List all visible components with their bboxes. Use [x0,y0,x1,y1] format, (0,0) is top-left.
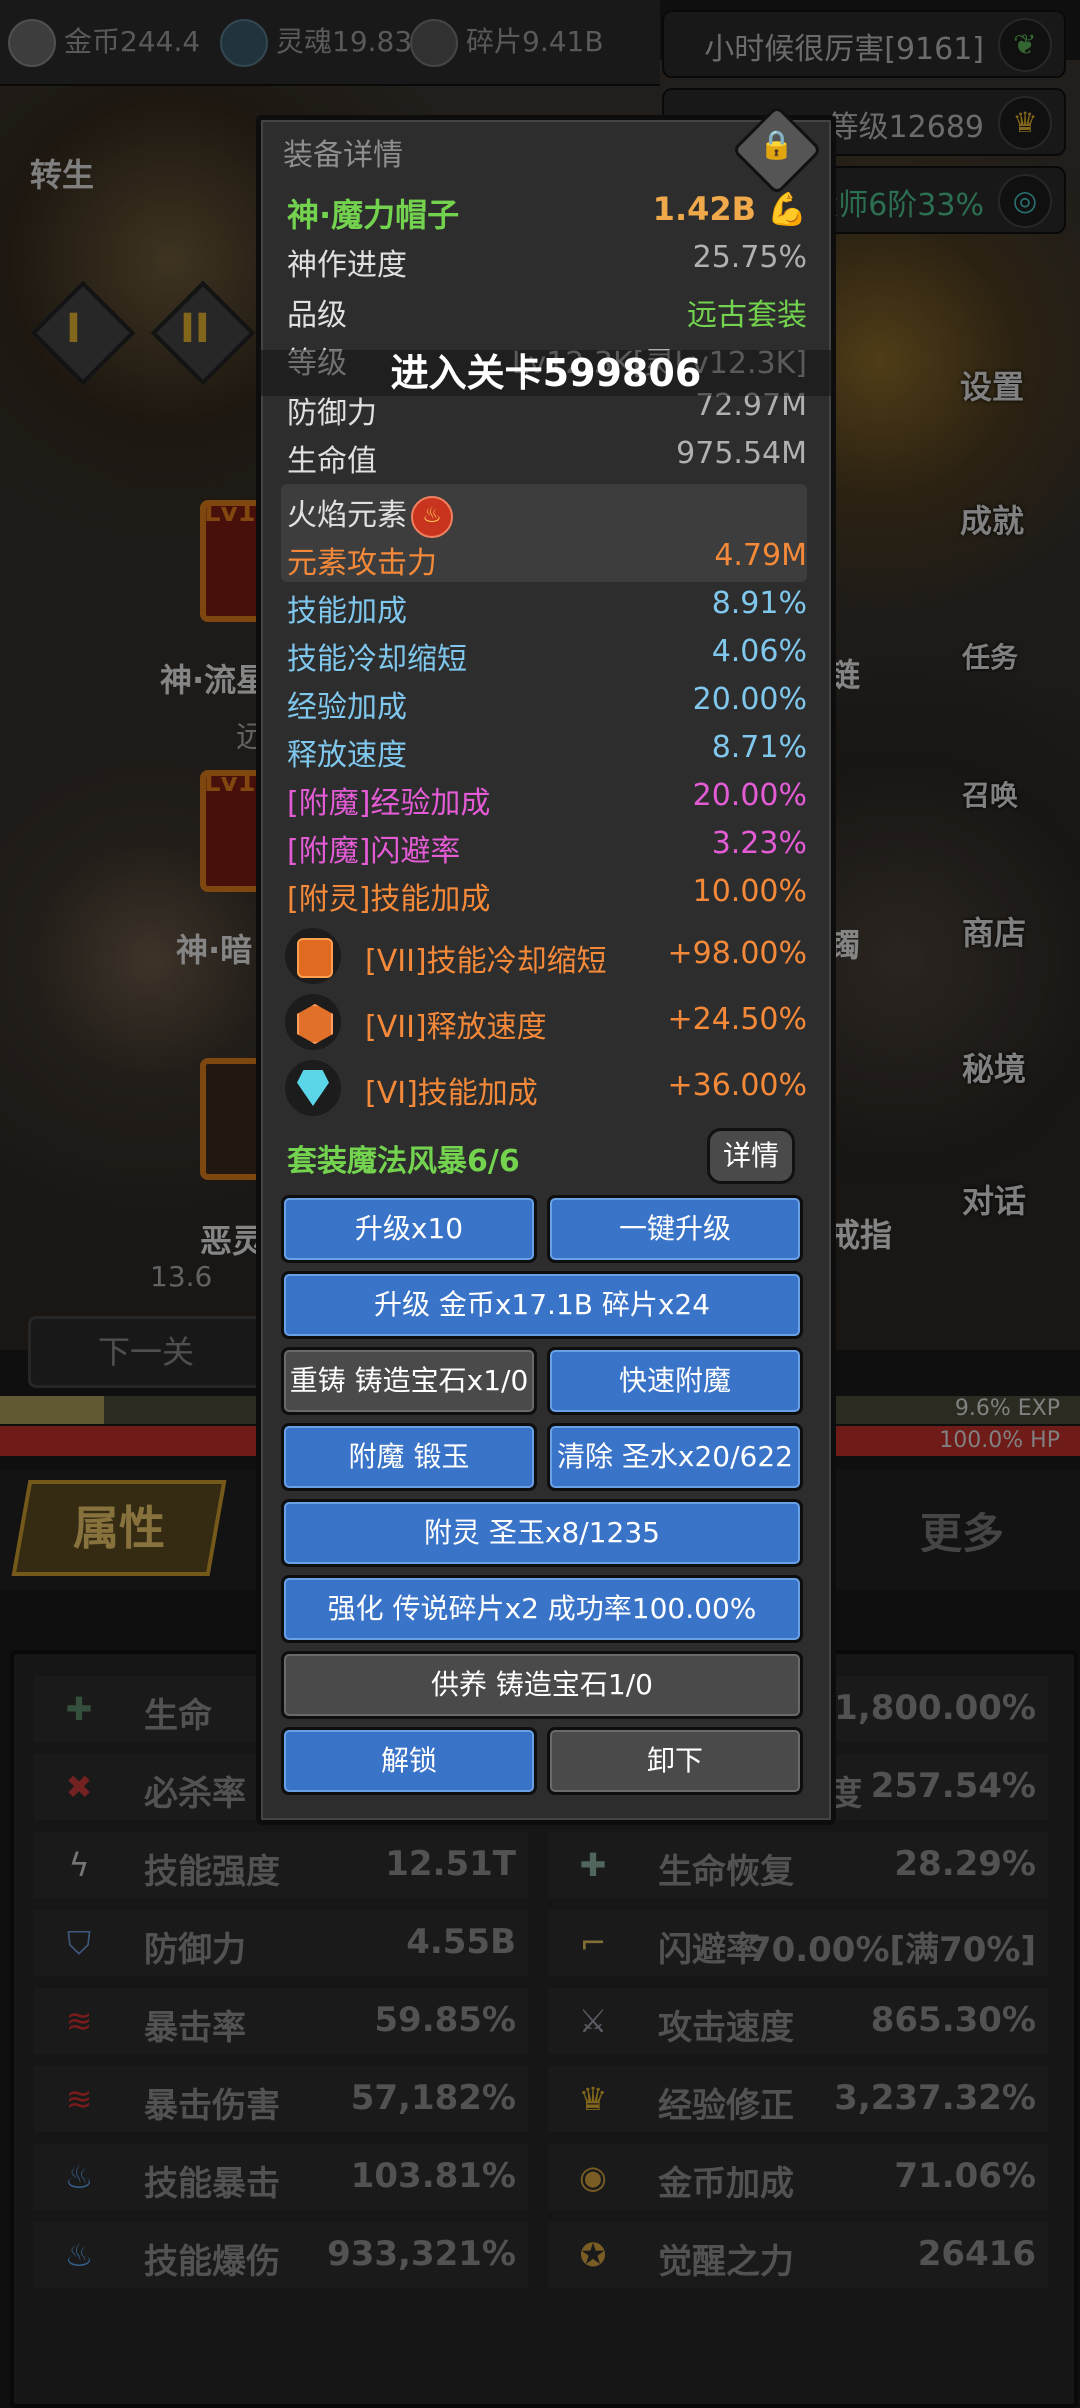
bonus-row: 技能加成 8.91% [287,586,807,629]
one-click-upgrade-button[interactable]: 一键升级 [547,1195,803,1263]
fire-icon: ♨ [411,495,453,538]
nurture-button[interactable]: 供养 铸造宝石1/0 [281,1651,803,1719]
bonus-row: [附灵]技能加成 10.00% [287,874,807,917]
upgrade-x10-button[interactable]: 升级x10 [281,1195,537,1263]
bonus-row: 经验加成 20.00% [287,682,807,725]
set-detail-button[interactable]: 详情 [707,1128,795,1184]
reforge-button[interactable]: 重铸 铸造宝石x1/0 [281,1347,537,1415]
stat-row: 生命值 975.54M [287,436,807,479]
strengthen-button[interactable]: 强化 传说碎片x2 成功率100.00% [281,1575,803,1643]
stage-toast: 进入关卡599806 [261,350,831,396]
item-name: 神·魔力帽子 [287,196,460,234]
unlock-button[interactable]: 解锁 [281,1727,537,1795]
clear-enchant-button[interactable]: 清除 圣水x20/622 [547,1423,803,1491]
set-label: 套装魔法风暴6/6 [287,1144,520,1179]
enchant-button[interactable]: 附魔 锻玉x12/2073 [281,1423,537,1535]
bonus-row: 释放速度 8.71% [287,730,807,773]
modal-title: 装备详情 [283,138,403,173]
muscle-icon: 💪 [767,190,807,228]
gem-row: [VI]技能加成 +36.00% [365,1068,807,1111]
upgrade-cost-button[interactable]: 升级 金币x17.1B 碎片x24 [281,1271,803,1339]
unequip-button[interactable]: 卸下 [547,1727,803,1795]
element-attack-row: 元素攻击力 4.79M [287,538,807,581]
element-row: 火焰元素 ♨ [287,490,807,538]
stat-row: 品级 远古套装 [287,298,807,333]
spirit-attach-button[interactable]: 附灵 圣玉x8/1235 [281,1499,803,1567]
lock-icon: 🔒 [759,128,794,161]
stat-row: 神作进度 25.75% [287,240,807,283]
bonus-row: [附魔]闪避率 3.23% [287,826,807,869]
item-header: 神·魔力帽子 1.42B 💪 [287,190,807,234]
item-power: 1.42B 💪 [652,190,807,228]
bonus-row: 技能冷却缩短 4.06% [287,634,807,677]
bonus-row: [附魔]经验加成 20.00% [287,778,807,821]
gem-row: [VII]技能冷却缩短 +98.00% [365,936,807,979]
equipment-detail-modal: 装备详情 🔒 神·魔力帽子 1.42B 💪 神作进度 25.75% 品级 远古套… [256,104,836,1825]
quick-enchant-button[interactable]: 快速附魔 [547,1347,803,1415]
gem-row: [VII]释放速度 +24.50% [365,1002,807,1045]
